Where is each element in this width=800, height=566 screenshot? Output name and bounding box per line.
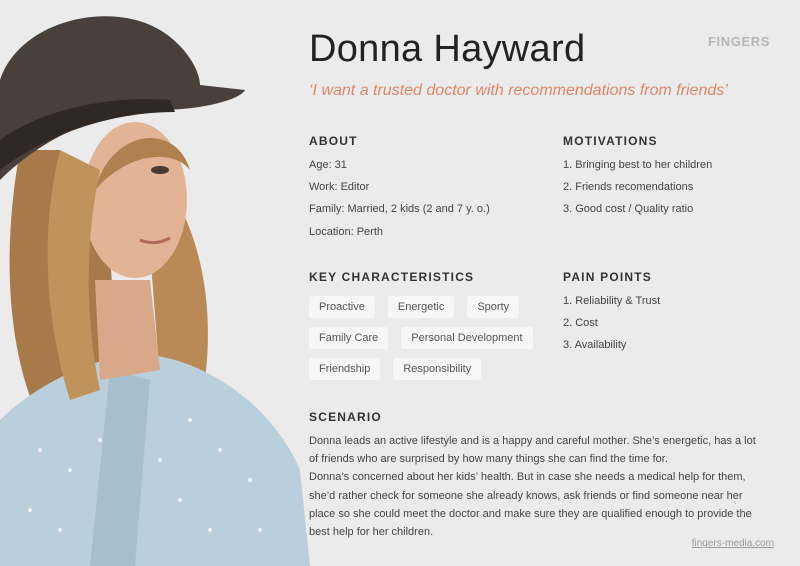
chip-energetic: Energetic (387, 296, 455, 318)
scenario-text: Donna leads an active lifestyle and is a… (309, 432, 767, 541)
chip-family-care: Family Care (309, 327, 389, 349)
about-location: Location: Perth (309, 226, 383, 238)
persona-name: Donna Hayward (309, 28, 586, 70)
chip-personal-development: Personal Development (401, 327, 533, 349)
characteristics-title: KEY CHARACTERISTICS (309, 270, 475, 284)
chip-friendship: Friendship (309, 358, 381, 380)
pain-points-title: PAIN POINTS (563, 270, 652, 284)
scenario-paragraph: Donna leads an active lifestyle and is a… (309, 435, 756, 466)
scenario-paragraph: Donna’s concerned about her kids’ health… (309, 471, 752, 539)
motivation-item: 2. Friends recomendations (563, 181, 694, 193)
about-family: Family: Married, 2 kids (2 and 7 y. o.) (309, 203, 490, 215)
persona-photo (0, 0, 310, 566)
chip-sporty: Sporty (467, 296, 520, 318)
brand-logo: FINGERS (708, 34, 770, 49)
persona-quote: ‘I want a trusted doctor with recommenda… (309, 82, 728, 99)
chip-responsibility: Responsibility (393, 358, 482, 380)
chip-proactive: Proactive (309, 296, 375, 318)
about-work: Work: Editor (309, 181, 370, 193)
motivations-title: MOTIVATIONS (563, 134, 658, 148)
pain-point-item: 1. Reliability & Trust (563, 295, 661, 307)
pain-point-item: 3. Availability (563, 339, 627, 351)
about-title: ABOUT (309, 134, 358, 148)
about-age: Age: 31 (309, 159, 347, 171)
motivation-item: 1. Bringing best to her children (563, 159, 713, 171)
scenario-title: SCENARIO (309, 410, 382, 424)
characteristics-chips: Proactive Energetic Sporty Family Care P… (309, 296, 539, 389)
motivation-item: 3. Good cost / Quality ratio (563, 203, 694, 215)
pain-point-item: 2. Cost (563, 317, 598, 329)
footer-site-link[interactable]: fingers-media.com (692, 538, 774, 549)
